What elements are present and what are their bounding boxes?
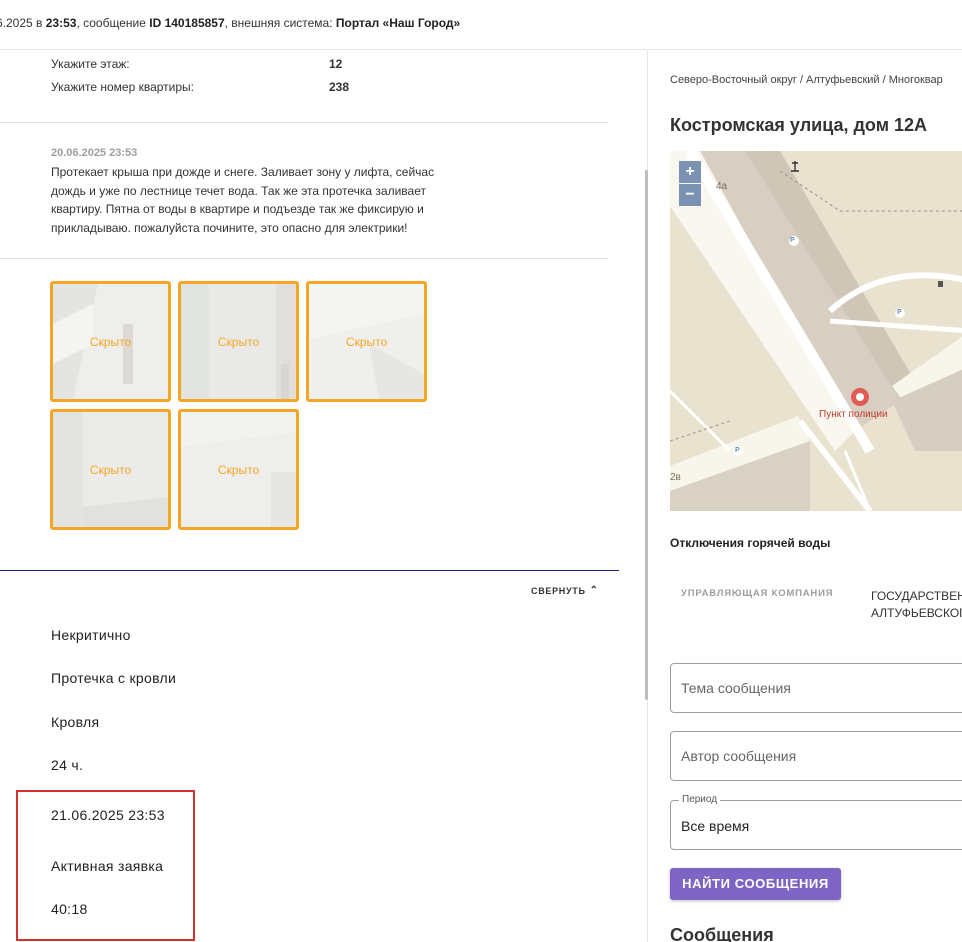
header-time: 23:53 [45, 16, 77, 30]
map-canvas [670, 151, 962, 511]
problem-value: Протечка с кровли [51, 670, 177, 686]
photo-thumbnail[interactable]: Скрыто [50, 409, 171, 530]
divider [0, 122, 608, 123]
map-label-building: 4а [716, 181, 728, 192]
collapse-button[interactable]: СВЕРНУТЬ ⌃ [531, 585, 599, 597]
request-header: 6.2025 в 23:53, сообщение ID 140185857, … [0, 0, 962, 50]
photo-thumbnail[interactable]: Скрыто [50, 281, 171, 402]
header-msg-prefix: , сообщение [76, 16, 150, 30]
deadline-value: 24 ч. [51, 757, 84, 773]
find-messages-button[interactable]: НАЙТИ СООБЩЕНИЯ [670, 868, 841, 900]
messages-heading: Сообщения [670, 925, 774, 942]
author-input[interactable] [681, 732, 961, 780]
address-title: Костромская улица, дом 12А [670, 115, 928, 135]
parking-icon: P [790, 237, 795, 244]
request-header-line: 6.2025 в 23:53, сообщение ID 140185857, … [0, 16, 460, 30]
request-details-panel: Укажите этаж: 12 Укажите номер квартиры:… [0, 50, 648, 942]
header-message-id: ID 140185857 [149, 16, 225, 30]
police-poi-label[interactable]: Пункт полиции [819, 409, 888, 420]
author-field[interactable] [670, 731, 962, 781]
chevron-up-icon: ⌃ [589, 585, 599, 596]
management-company-label: УПРАВЛЯЮЩАЯ КОМПАНИЯ [681, 588, 834, 599]
apartment-label: Укажите номер квартиры: [51, 80, 195, 94]
hot-water-outages-title: Отключения горячей воды [670, 536, 831, 550]
header-external-system: Портал «Наш Город» [335, 16, 461, 30]
criticality-value: Некритично [51, 627, 131, 643]
subject-field[interactable] [670, 663, 962, 713]
management-company-line: АЛТУФЬЕВСКОГ [871, 606, 962, 620]
floor-value: 12 [329, 57, 343, 71]
hidden-caption: Скрыто [217, 462, 260, 477]
zoom-out-button[interactable]: − [679, 184, 701, 206]
hidden-caption: Скрыто [345, 334, 388, 349]
message-text: Протекает крыша при дожде и снеге. Залив… [51, 165, 435, 235]
collapse-label: СВЕРНУТЬ [531, 586, 586, 596]
photo-thumbnail[interactable]: Скрыто [178, 281, 299, 402]
category-value: Кровля [51, 714, 100, 730]
management-company-value: ГОСУДАРСТВЕН АЛТУФЬЕВСКОГ [871, 588, 962, 622]
floor-row: Укажите этаж: 12 [51, 57, 342, 71]
floor-label: Укажите этаж: [51, 57, 130, 71]
divider [0, 258, 608, 259]
highlight-box [16, 790, 195, 941]
period-value: Все время [681, 818, 750, 834]
parking-icon: P [897, 309, 902, 316]
photo-thumbnail[interactable]: Скрыто [306, 281, 427, 402]
breadcrumb: Северо-Восточный округ / Алтуфьевский / … [670, 74, 943, 86]
apartment-row: Укажите номер квартиры: 238 [51, 80, 349, 94]
management-company-line: ГОСУДАРСТВЕН [871, 589, 962, 603]
period-select[interactable]: Период Все время [670, 794, 962, 850]
map[interactable]: + − 4а 2в P P P Пункт полиции [670, 151, 962, 511]
subject-input[interactable] [681, 664, 961, 712]
message-date: 20.06.2025 23:53 [51, 147, 138, 159]
header-ext-prefix: , внешняя система: [224, 16, 336, 30]
photo-thumbnail[interactable]: Скрыто [178, 409, 299, 530]
address-panel: Северо-Восточный округ / Алтуфьевский / … [649, 50, 962, 942]
hidden-caption: Скрыто [217, 334, 260, 349]
hidden-caption: Скрыто [89, 334, 132, 349]
map-label-building: 2в [670, 472, 681, 483]
scrollbar[interactable] [645, 170, 648, 700]
hidden-caption: Скрыто [89, 462, 132, 477]
parking-icon: P [735, 447, 740, 454]
header-date: 6.2025 в [0, 16, 46, 30]
section-divider [0, 570, 619, 571]
zoom-in-button[interactable]: + [679, 161, 701, 183]
apartment-value: 238 [329, 80, 350, 94]
period-label: Период [679, 794, 721, 805]
